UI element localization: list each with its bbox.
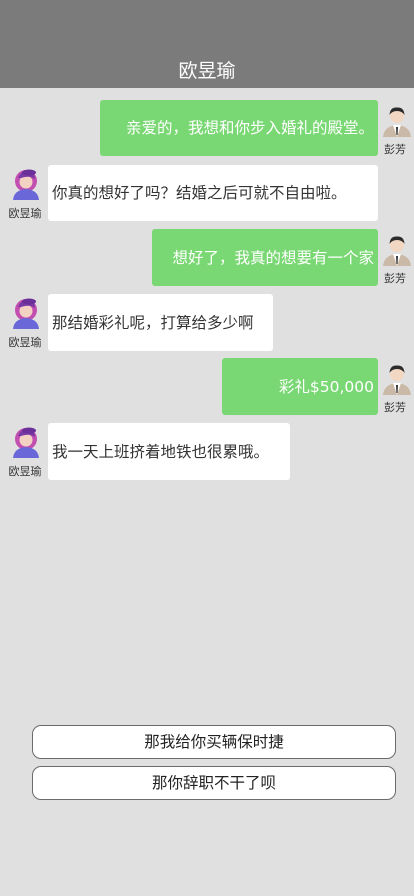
chat-title: 欧昱瑜 (178, 60, 236, 82)
message-bubble-sent: 彩礼$50,000 (222, 358, 378, 415)
message-text: 彩礼$50,000 (278, 377, 374, 396)
sender-name: 欧昱瑜 (8, 465, 42, 478)
man-in-suit-avatar-icon (383, 107, 411, 137)
chat-header: 欧昱瑜 (0, 0, 414, 88)
message-bubble-sent: 想好了，我真的想要有一个家 (152, 229, 378, 286)
man-in-suit-avatar-icon (383, 236, 411, 266)
message-text: 你真的想好了吗？结婚之后可就不自由啦。 (52, 184, 347, 202)
woman-purple-hair-avatar-icon (13, 298, 39, 329)
message-bubble-received: 我一天上班挤着地铁也很累哦。 (48, 423, 290, 480)
message-bubble-received: 你真的想好了吗？结婚之后可就不自由啦。 (48, 165, 378, 221)
reply-choice-button[interactable]: 那我给你买辆保时捷 (32, 725, 396, 759)
man-in-suit-avatar-icon (383, 365, 411, 395)
message-text: 那结婚彩礼呢，打算给多少啊 (52, 313, 254, 332)
sender-name: 彭芳 (384, 143, 406, 156)
woman-purple-hair-avatar-icon (13, 169, 39, 200)
woman-purple-hair-avatar-icon (13, 427, 39, 458)
reply-choice-button[interactable]: 那你辞职不干了呗 (32, 766, 396, 800)
sender-name: 欧昱瑜 (8, 207, 42, 220)
message-text: 想好了，我真的想要有一个家 (172, 248, 374, 267)
sender-name: 彭芳 (384, 272, 406, 285)
message-bubble-sent: 亲爱的，我想和你步入婚礼的殿堂。 (100, 100, 378, 156)
sender-name: 彭芳 (384, 401, 406, 414)
sender-name: 欧昱瑜 (8, 336, 42, 349)
message-text: 亲爱的，我想和你步入婚礼的殿堂。 (125, 119, 374, 137)
message-text: 我一天上班挤着地铁也很累哦。 (52, 442, 270, 461)
message-bubble-received: 那结婚彩礼呢，打算给多少啊 (48, 294, 273, 351)
